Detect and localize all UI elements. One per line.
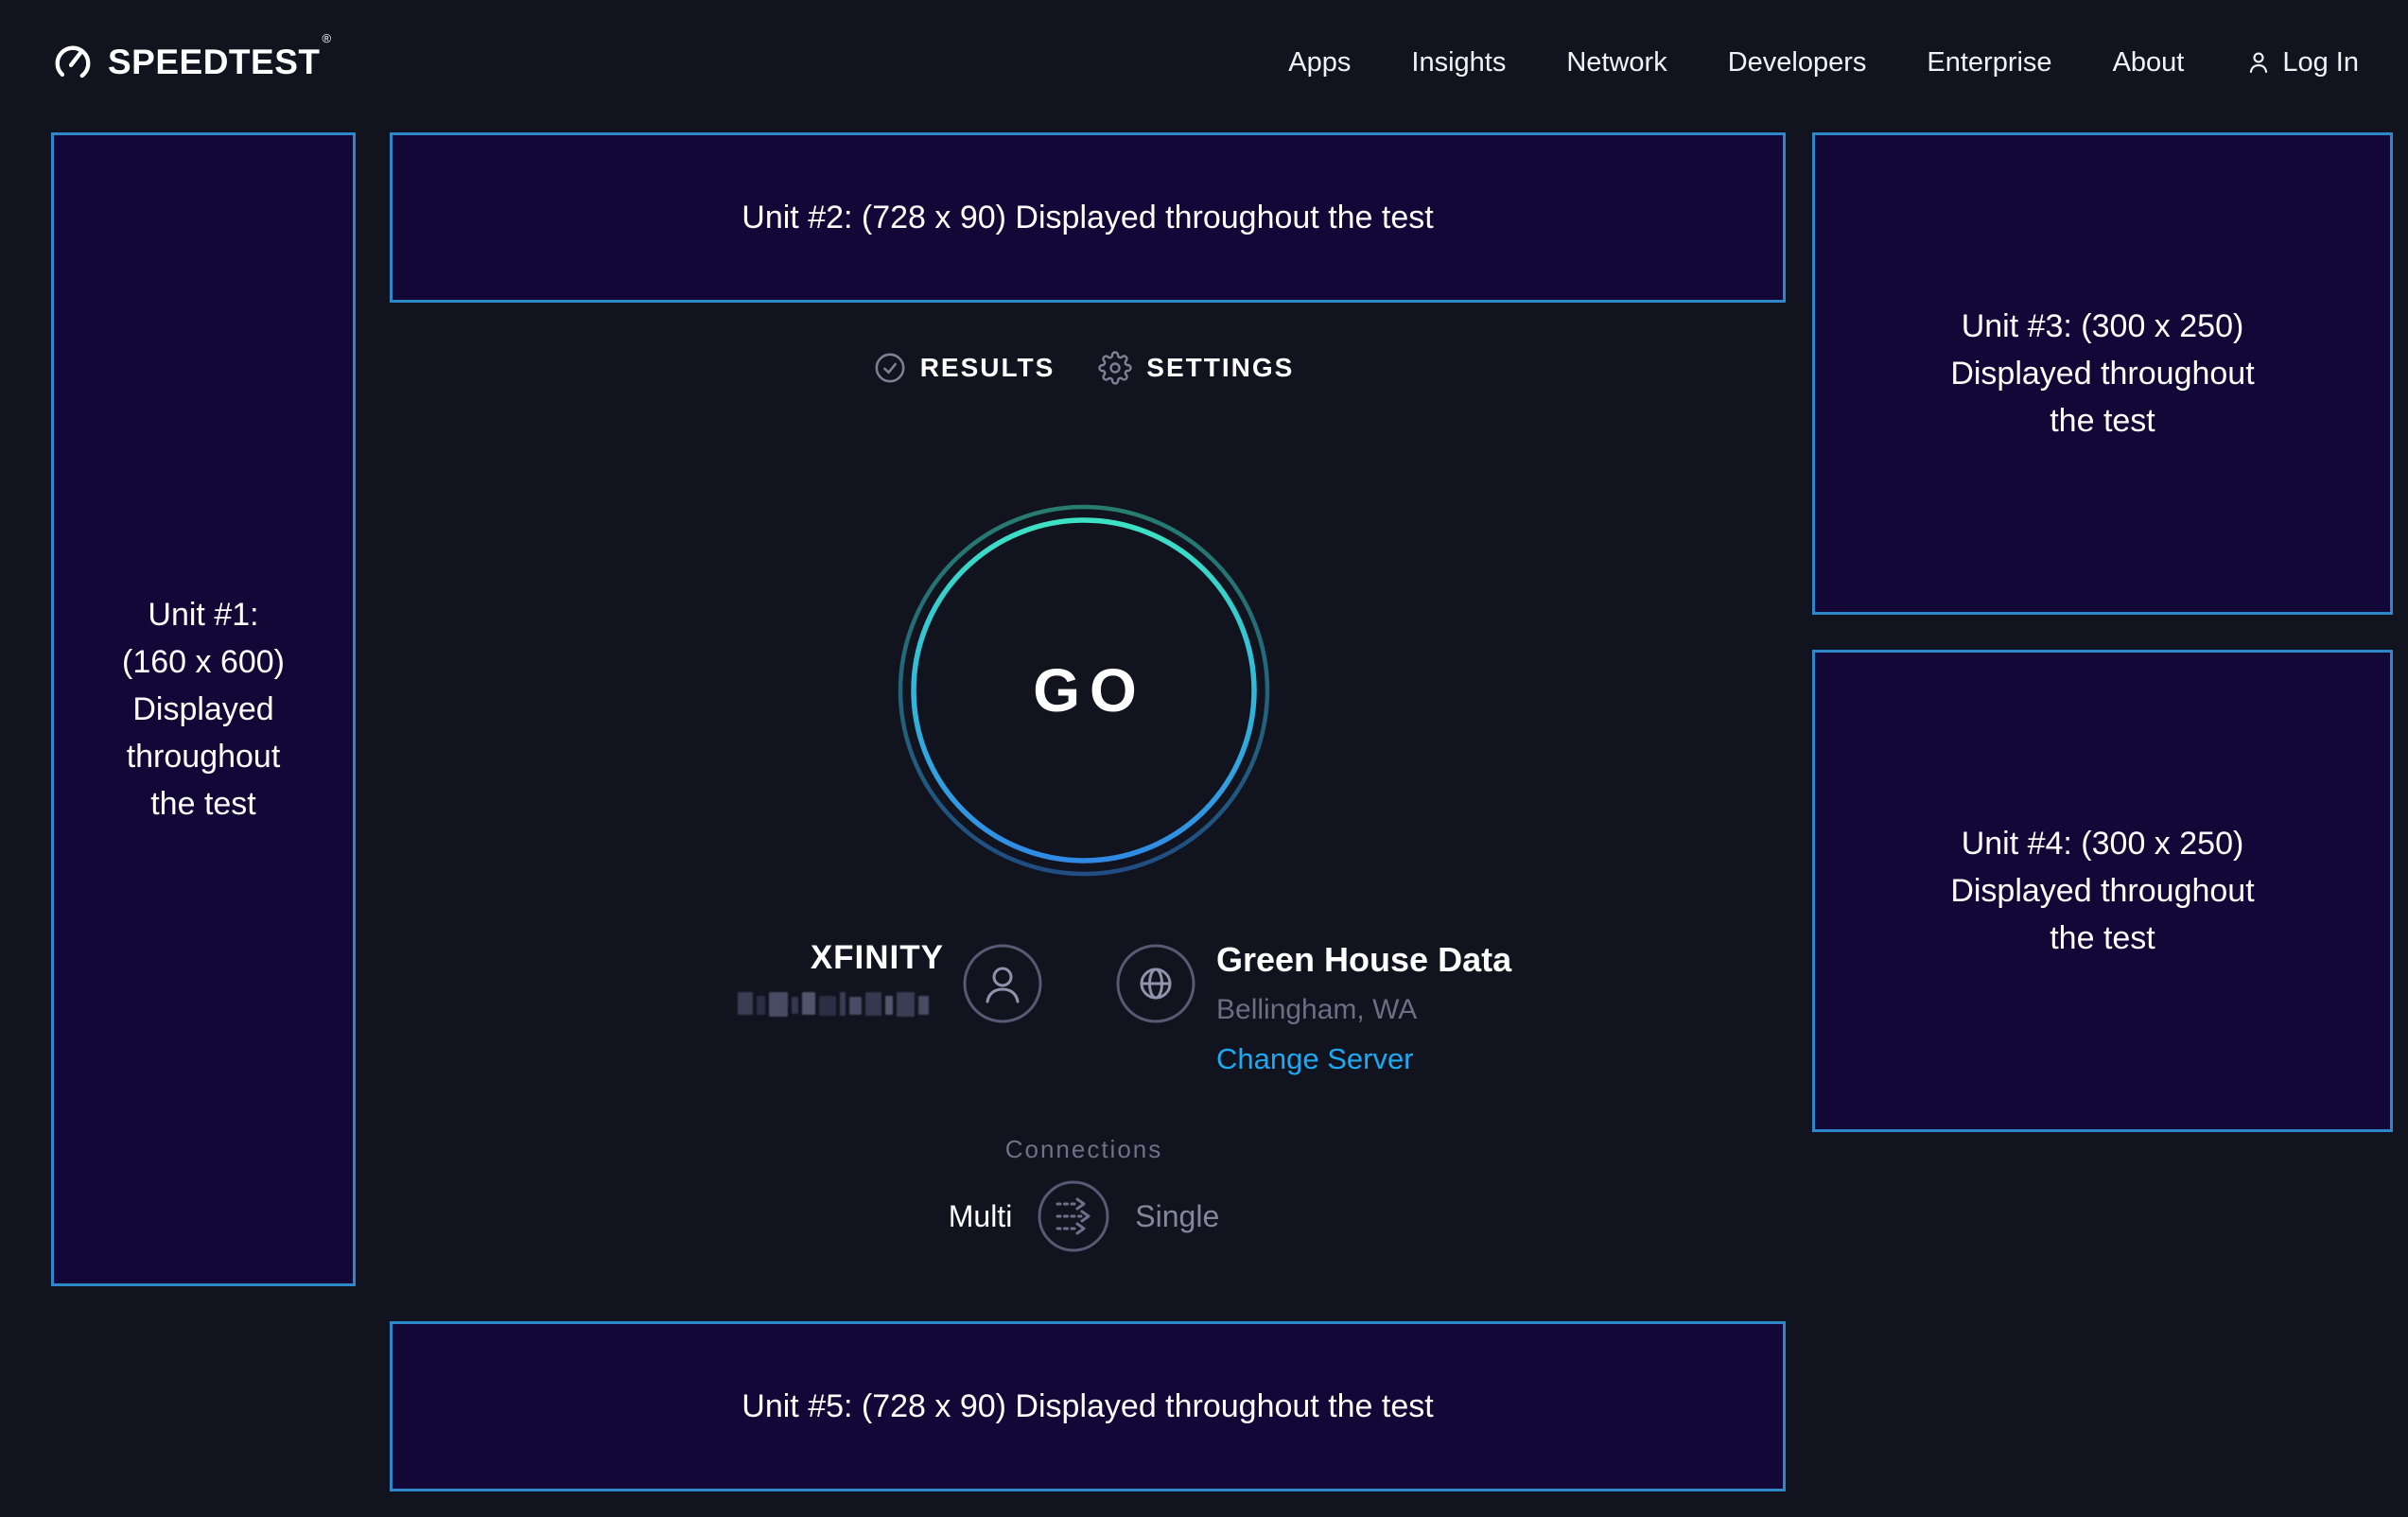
multi-arrows-icon[interactable] — [1037, 1179, 1110, 1253]
isp-name[interactable]: XFINITY — [811, 939, 944, 977]
user-icon — [2244, 48, 2273, 77]
ad-text-line: (160 x 600) — [122, 638, 285, 686]
navbar: SPEEDTEST® Apps Insights Network Develop… — [0, 0, 2408, 125]
logo-registered-mark: ® — [323, 31, 332, 45]
connections-toggle-row: Multi Single — [851, 1178, 1317, 1254]
logo-text: SPEEDTEST — [108, 43, 321, 81]
results-tab-label: RESULTS — [920, 353, 1056, 383]
gear-icon — [1098, 351, 1132, 385]
ad-unit-4[interactable]: Unit #4: (300 x 250) Displayed throughou… — [1812, 650, 2393, 1132]
results-settings-tabs: RESULTS SETTINGS — [800, 338, 1368, 398]
server-name: Green House Data — [1216, 939, 1651, 981]
isp-user-circle-icon — [963, 944, 1042, 1023]
login-label: Log In — [2282, 47, 2359, 78]
tab-settings[interactable]: SETTINGS — [1098, 351, 1294, 385]
ad-text-line: Unit #4: (300 x 250) — [1962, 820, 2244, 867]
ad-text-line: Unit #3: (300 x 250) — [1962, 303, 2244, 350]
nav-item-network[interactable]: Network — [1566, 47, 1666, 78]
ad-unit-3[interactable]: Unit #3: (300 x 250) Displayed throughou… — [1812, 132, 2393, 615]
nav-item-apps[interactable]: Apps — [1288, 47, 1351, 78]
change-server-link[interactable]: Change Server — [1216, 1040, 1414, 1078]
ad-text-line: the test — [150, 780, 256, 828]
connections-single-option[interactable]: Single — [1135, 1199, 1219, 1234]
nav-item-developers[interactable]: Developers — [1728, 47, 1867, 78]
ad-unit-5[interactable]: Unit #5: (728 x 90) Displayed throughout… — [390, 1321, 1786, 1491]
ad-text-line: Displayed throughout — [1950, 350, 2254, 397]
ad-text-line: Unit #2: (728 x 90) Displayed throughout… — [742, 194, 1433, 241]
tab-results[interactable]: RESULTS — [874, 352, 1056, 384]
server-location: Bellingham, WA — [1216, 991, 1651, 1029]
ad-text-line: Unit #1: — [148, 591, 258, 638]
main-nav: Apps Insights Network Developers Enterpr… — [1288, 47, 2359, 78]
go-button[interactable]: GO — [898, 504, 1270, 877]
connections-label: Connections — [942, 1135, 1226, 1164]
nav-item-insights[interactable]: Insights — [1411, 47, 1506, 78]
ad-text-line: the test — [2050, 915, 2155, 962]
server-info: Green House Data Bellingham, WA Change S… — [1216, 939, 1651, 1078]
ad-unit-2[interactable]: Unit #2: (728 x 90) Displayed throughout… — [390, 132, 1786, 303]
ad-text-line: Displayed — [132, 686, 273, 733]
ad-text-line: Displayed throughout — [1950, 867, 2254, 915]
settings-tab-label: SETTINGS — [1146, 353, 1294, 383]
nav-item-enterprise[interactable]: Enterprise — [1927, 47, 2051, 78]
ad-unit-1[interactable]: Unit #1: (160 x 600) Displayed throughou… — [51, 132, 356, 1286]
connections-multi-option[interactable]: Multi — [949, 1199, 1013, 1234]
server-globe-icon — [1116, 944, 1195, 1023]
check-circle-icon — [874, 352, 906, 384]
gauge-icon — [51, 41, 95, 84]
censored-ip-address — [738, 992, 941, 1020]
ad-text-line: the test — [2050, 397, 2155, 445]
ad-text-line: Unit #5: (728 x 90) Displayed throughout… — [742, 1383, 1433, 1430]
go-button-label: GO — [898, 504, 1270, 877]
speedtest-logo[interactable]: SPEEDTEST® — [51, 41, 329, 84]
nav-item-about[interactable]: About — [2113, 47, 2185, 78]
ad-text-line: throughout — [127, 733, 281, 780]
login-button[interactable]: Log In — [2244, 47, 2359, 78]
